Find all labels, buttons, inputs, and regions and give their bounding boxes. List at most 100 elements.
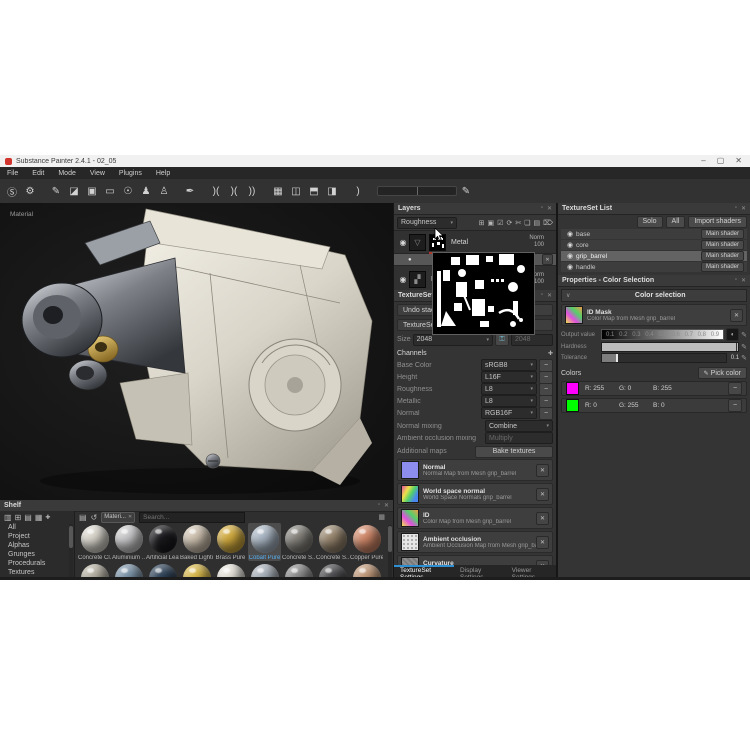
minimize-button[interactable]: – <box>701 157 705 165</box>
textureset-row-base[interactable]: ◉ base Main shader <box>561 229 747 239</box>
remove-effect-button[interactable]: ✕ <box>542 254 553 265</box>
material-display-icon[interactable]: ▦ <box>271 183 285 199</box>
panel-close-icon[interactable]: ✕ <box>547 205 552 212</box>
size-dropdown[interactable]: 2048 ▾ <box>413 334 493 346</box>
bake-textures-button[interactable]: Bake textures <box>475 446 553 458</box>
projection-tool-icon[interactable]: ▣ <box>85 183 99 199</box>
main-shader-button[interactable]: Main shader <box>701 229 744 239</box>
camera-icon[interactable]: ◫ <box>289 183 303 199</box>
edit-pencil-icon[interactable]: ✎ <box>741 343 747 351</box>
material-artificial-leather[interactable]: Artificial Leat.. <box>146 523 179 561</box>
menu-mode[interactable]: Mode <box>51 170 83 177</box>
group-layer-icon[interactable]: ▤ <box>533 219 540 227</box>
eraser-tool-icon[interactable]: ◪ <box>67 183 81 199</box>
pen-tool-icon[interactable]: ✒ <box>183 183 197 199</box>
color-row-magenta[interactable]: R: 255 G: 0 B: 255 − <box>561 381 747 396</box>
color-selection-section[interactable]: ∨ Color selection <box>561 289 747 302</box>
menu-edit[interactable]: Edit <box>25 170 51 177</box>
panel-close-icon[interactable]: ✕ <box>741 205 746 212</box>
visibility-eye-icon[interactable]: ◉ <box>564 230 576 238</box>
material-concrete-clean[interactable]: Concrete Cl.. <box>78 523 111 561</box>
close-button[interactable]: ✕ <box>735 157 742 165</box>
add-effect-icon[interactable]: ⊞ <box>479 219 485 227</box>
id-mask-entry[interactable]: ID Mask Color Map from Mesh grip_barrel … <box>561 304 747 326</box>
channel-format-dropdown[interactable]: RGB16F▾ <box>481 407 537 419</box>
visibility-eye-icon[interactable]: ◉ <box>564 263 576 271</box>
clear-id-mask-button[interactable]: ✕ <box>730 309 743 322</box>
material-row2-item[interactable] <box>78 562 111 578</box>
edit-pencil-icon[interactable]: ✎ <box>741 331 747 339</box>
material-row2-item[interactable] <box>214 562 247 578</box>
mesh-map-ambient-occlusion[interactable]: Ambient occlusion Ambient Occlusion Map … <box>397 531 553 553</box>
menu-help[interactable]: Help <box>149 170 177 177</box>
shader-display-icon[interactable]: ⬒ <box>307 183 321 199</box>
symmetry-z-icon[interactable]: )) <box>245 183 259 199</box>
filter-tag[interactable]: Materi... ✕ <box>101 512 135 523</box>
clear-map-button[interactable]: ✕ <box>536 536 549 549</box>
shelf-category-all[interactable]: All <box>0 523 74 532</box>
output-value-gradient-slider[interactable]: 0.1 0.2 0.3 0.4 0.5 0.6 0.7 0.8 0.9 <box>601 329 724 340</box>
material-concrete-simple-2[interactable]: Concrete S... <box>316 523 349 561</box>
material-concrete-simple-1[interactable]: Concrete S... <box>282 523 315 561</box>
stamp-tool-icon[interactable]: ♟ <box>139 183 153 199</box>
visibility-eye-icon[interactable]: ◉ <box>397 238 409 247</box>
add-channel-icon[interactable]: ✚ <box>548 350 553 357</box>
panel-close-icon[interactable]: ✕ <box>547 292 552 299</box>
hardness-slider[interactable] <box>601 342 739 352</box>
copy-layer-icon[interactable]: ❏ <box>524 219 530 227</box>
remove-channel-button[interactable]: − <box>539 371 553 384</box>
shelf-plus-icon[interactable]: ✚ <box>45 514 50 521</box>
channel-format-dropdown[interactable]: L8▾ <box>481 395 537 407</box>
mesh-map-world-space-normal[interactable]: World space normal World Space Normals g… <box>397 483 553 505</box>
material-baked-lighting[interactable]: Baked Lighti.. <box>180 523 213 561</box>
normal-mixing-dropdown[interactable]: Combine▾ <box>485 420 553 432</box>
gradient-invert-icon[interactable]: ◐ <box>726 328 739 341</box>
remove-color-button[interactable]: − <box>728 382 742 395</box>
materials-scrollbar[interactable] <box>388 525 392 578</box>
shelf-stack-icon[interactable]: ▤ <box>24 513 32 522</box>
polygon-fill-tool-icon[interactable]: ▭ <box>103 183 117 199</box>
shelf-grid-icon[interactable]: ▦ <box>35 513 43 522</box>
remove-channel-button[interactable]: − <box>539 395 553 408</box>
edit-pencil-icon[interactable]: ✎ <box>741 354 747 362</box>
clear-map-button[interactable]: ✕ <box>536 464 549 477</box>
remove-channel-button[interactable]: − <box>539 359 553 372</box>
material-row2-item[interactable] <box>282 562 315 578</box>
panel-float-icon[interactable]: ▫ <box>541 205 543 212</box>
shelf-display-icon[interactable]: ▤ <box>79 513 87 522</box>
visibility-eye-icon[interactable]: ● <box>408 257 412 263</box>
material-row2-item[interactable] <box>316 562 349 578</box>
material-row2-item[interactable] <box>180 562 213 578</box>
remove-color-button[interactable]: − <box>728 399 742 412</box>
channel-format-dropdown[interactable]: L16F▾ <box>481 371 537 383</box>
add-fill-layer-icon[interactable]: ☑ <box>497 219 503 227</box>
shelf-folder-icon[interactable]: ▥ <box>4 513 12 522</box>
panel-close-icon[interactable]: ✕ <box>741 277 746 284</box>
collapse-icon[interactable]: ∨ <box>562 292 574 299</box>
shelf-category-project[interactable]: Project <box>0 532 74 541</box>
layer-row-metal[interactable]: ◉ ▽ Metal Norm 10 <box>394 231 556 254</box>
menu-view[interactable]: View <box>83 170 112 177</box>
material-brass-pure[interactable]: Brass Pure <box>214 523 247 561</box>
search-input[interactable] <box>139 512 245 523</box>
remove-channel-button[interactable]: − <box>539 383 553 396</box>
gear-icon[interactable]: ⚙ <box>23 183 37 199</box>
panel-float-icon[interactable]: ▫ <box>735 277 737 284</box>
solo-button[interactable]: Solo <box>637 216 663 228</box>
shelf-undo-icon[interactable]: ↺ <box>91 513 98 522</box>
delete-layer-icon[interactable]: ⌦ <box>543 219 553 227</box>
material-row2-item[interactable] <box>146 562 179 578</box>
pick-color-button[interactable]: ✎ Pick color <box>698 367 747 379</box>
panel-float-icon[interactable]: ▫ <box>378 502 380 509</box>
slider-pencil-icon[interactable]: ✎ <box>459 183 473 199</box>
textureset-row-core[interactable]: ◉ core Main shader <box>561 240 747 250</box>
textureset-row-grip-barrel-selected[interactable]: ◉ grip_barrel Main shader <box>561 251 747 261</box>
menu-file[interactable]: File <box>0 170 25 177</box>
remove-channel-button[interactable]: − <box>539 407 553 420</box>
symmetry-x-icon[interactable]: )( <box>209 183 223 199</box>
material-row2-item[interactable] <box>248 562 281 578</box>
add-layer-icon[interactable]: ▣ <box>488 219 495 227</box>
camera-settings-icon[interactable]: ◨ <box>325 183 339 199</box>
clear-map-button[interactable]: ✕ <box>536 488 549 501</box>
symmetry-y-icon[interactable]: )( <box>227 183 241 199</box>
